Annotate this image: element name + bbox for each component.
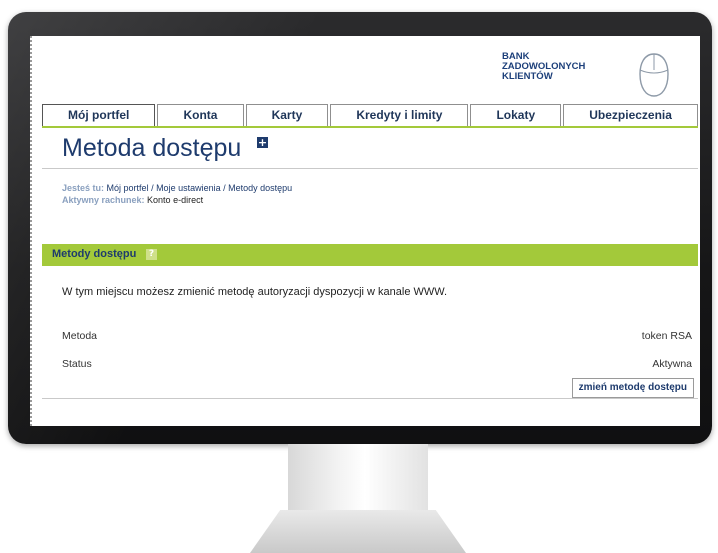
title-divider (42, 168, 698, 169)
bank-logo: BANK ZADOWOLONYCH KLIENTÓW (500, 50, 700, 100)
breadcrumb-label: Jesteś tu: (62, 183, 105, 193)
active-account-line: Aktywny rachunek: Konto e-direct (62, 194, 292, 206)
help-icon[interactable]: ? (146, 249, 157, 260)
page-title: Metoda dostępu (62, 134, 242, 162)
monitor-stand-neck (288, 444, 428, 518)
logo-line-3: KLIENTÓW (502, 71, 553, 82)
plus-icon[interactable]: + (257, 137, 268, 148)
breadcrumb-line: Jesteś tu: Mój portfel / Moje ustawienia… (62, 182, 292, 194)
tab-kredyty-i-limity[interactable]: Kredyty i limity (330, 104, 469, 126)
active-account-label: Aktywny rachunek: (62, 195, 145, 205)
section-header: Metody dostępu ? (42, 244, 698, 266)
tab-karty[interactable]: Karty (245, 104, 329, 126)
logo-text: BANK ZADOWOLONYCH KLIENTÓW (502, 52, 585, 82)
section-title: Metody dostępu (52, 248, 137, 260)
tab-konta[interactable]: Konta (157, 104, 244, 126)
tab-lokaty[interactable]: Lokaty (470, 104, 562, 126)
method-value: token RSA (641, 330, 692, 342)
monitor-stand-base (250, 510, 466, 553)
method-label: Metoda (62, 330, 98, 342)
main-tabs: Mój portfel Konta Karty Kredyty i limity… (42, 104, 698, 128)
tab-ubezpieczenia[interactable]: Ubezpieczenia (563, 104, 698, 126)
change-access-method-button[interactable]: zmień metodę dostępu (571, 378, 694, 398)
status-value: Aktywna (652, 358, 692, 370)
breadcrumb: Jesteś tu: Mój portfel / Moje ustawienia… (62, 182, 292, 206)
section-description: W tym miejscu możesz zmienić metodę auto… (62, 286, 448, 298)
bottom-divider (42, 398, 698, 399)
active-account-value: Konto e-direct (147, 195, 204, 205)
mouse-icon (639, 53, 669, 97)
breadcrumb-path[interactable]: Mój portfel / Moje ustawienia / Metody d… (107, 183, 293, 193)
screen: BANK ZADOWOLONYCH KLIENTÓW Mój portfel K… (30, 36, 700, 426)
tab-moj-portfel[interactable]: Mój portfel (42, 104, 156, 126)
status-label: Status (62, 358, 92, 370)
